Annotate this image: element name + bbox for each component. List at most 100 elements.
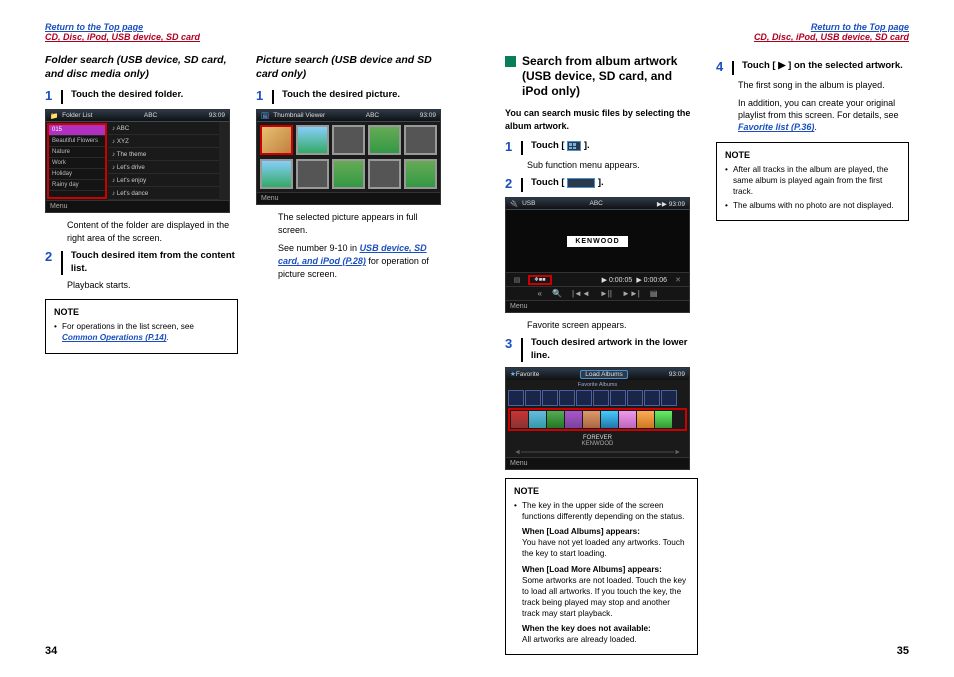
folder-left-pane: 015 Beautiful Flowers Nature Work Holida… xyxy=(47,123,107,199)
shot-title: Favorite xyxy=(516,371,539,378)
favorite-key-icon xyxy=(567,178,595,188)
common-operations-link[interactable]: Common Operations (P.14) xyxy=(62,333,167,342)
folder-search-title: Folder search (USB device, SD card, and … xyxy=(45,54,238,81)
note-title: NOTE xyxy=(54,306,229,318)
breadcrumb-right[interactable]: CD, Disc, iPod, USB device, SD card xyxy=(754,32,909,42)
step-text: Touch desired artwork in the lower line. xyxy=(531,337,698,363)
shot-mid: ABC xyxy=(144,112,157,119)
step-bar xyxy=(521,338,523,362)
note-subhead: When [Load Albums] appears: xyxy=(514,526,689,537)
shot-header: 🖼Thumbnail Viewer ABC 93:09 xyxy=(257,110,440,122)
page-right: Return to the Top page CD, Disc, iPod, U… xyxy=(477,0,954,677)
menu-bar: Menu xyxy=(506,300,689,312)
picture-search-column: Picture search (USB device and SD card o… xyxy=(256,54,449,362)
text: . xyxy=(814,122,817,132)
progress-bar xyxy=(521,451,674,453)
player-screenshot: 🔌USB ABC ▶▶ 93:09 KENWOOD ▤ ❖■■ ▶ 0:00:0… xyxy=(505,197,690,313)
artwork-intro: You can search music files by selecting … xyxy=(505,107,698,132)
list-item: ♪ Let's drive xyxy=(108,161,219,174)
text: Touch [ xyxy=(531,140,567,151)
after-player-text: Favorite screen appears. xyxy=(527,319,698,331)
step-bar xyxy=(61,90,63,104)
favorite-screenshot: ★Favorite Load Albums 93:09 Favorite Alb… xyxy=(505,367,690,470)
favorite-list-link[interactable]: Favorite list (P.36) xyxy=(738,122,814,132)
back-icon: « xyxy=(538,289,542,298)
list-item: ♪ XYZ xyxy=(108,135,219,148)
step-1-folder: 1 Touch the desired folder. xyxy=(45,89,238,105)
picture-body-1: The selected picture appears in full scr… xyxy=(278,211,449,236)
list-item: ♪ ABC xyxy=(108,122,219,135)
manual-spread: Return to the Top page CD, Disc, iPod, U… xyxy=(0,0,954,677)
picture-search-title: Picture search (USB device and SD card o… xyxy=(256,54,449,81)
step-text: Touch [ ]. xyxy=(531,140,590,153)
step-num: 2 xyxy=(505,177,515,190)
picture-body-2: See number 9-10 in USB device, SD card, … xyxy=(278,242,449,280)
step-num: 1 xyxy=(256,89,266,102)
time-b: ▶ 0:00:06 xyxy=(636,276,667,284)
shot-header: 🔌USB ABC ▶▶ 93:09 xyxy=(506,198,689,210)
step-text: Touch [ ]. xyxy=(531,177,604,190)
list-item: Beautiful Flowers xyxy=(49,136,105,147)
top-links-right: Return to the Top page CD, Disc, iPod, U… xyxy=(505,22,909,42)
step-4-artwork: 4 Touch [ ▶ ] on the selected artwork. xyxy=(716,60,909,76)
step-bar xyxy=(272,90,274,104)
sub-icon: ▤ xyxy=(510,276,524,284)
list-item: Work xyxy=(49,158,105,169)
scrollbar xyxy=(219,122,229,200)
note-title: NOTE xyxy=(514,485,689,497)
now-playing: FOREVER KENWOOD xyxy=(508,433,687,449)
prev-icon: ◄ xyxy=(514,449,521,456)
note-subhead: When [Load More Albums] appears: xyxy=(514,564,689,575)
album-slot xyxy=(559,390,575,406)
album-art xyxy=(619,411,636,428)
album-slot xyxy=(593,390,609,406)
return-top-link[interactable]: Return to the Top page xyxy=(811,22,909,32)
note-item: After all tracks in the album are played… xyxy=(725,164,900,197)
strip-label: Favorite Albums xyxy=(508,382,687,388)
list-item: ♪ Let's enjoy xyxy=(108,174,219,187)
text: Touch [ xyxy=(531,177,567,188)
play-icon: ▶ xyxy=(778,60,785,71)
list-icon: ▤ xyxy=(650,289,658,298)
shot-mid: ABC xyxy=(590,200,603,207)
breadcrumb-left[interactable]: CD, Disc, iPod, USB device, SD card xyxy=(45,32,200,42)
album-slot xyxy=(576,390,592,406)
step-text: Touch desired item from the content list… xyxy=(71,250,238,276)
shot-header: ★Favorite Load Albums 93:09 xyxy=(506,368,689,380)
thumbnail xyxy=(296,159,329,189)
note-item: The albums with no photo are not display… xyxy=(725,200,900,211)
thumbnail xyxy=(332,159,365,189)
step4-column: 4 Touch [ ▶ ] on the selected artwork. T… xyxy=(716,54,909,663)
return-top-link[interactable]: Return to the Top page xyxy=(45,22,143,32)
album-slot xyxy=(610,390,626,406)
usb-icon: 🔌 xyxy=(510,200,518,208)
text: Touch [ xyxy=(742,60,778,71)
album-art xyxy=(511,411,528,428)
thumbnail xyxy=(332,125,365,155)
step-1-picture: 1 Touch the desired picture. xyxy=(256,89,449,105)
note-subdesc: You have not yet loaded any artworks. To… xyxy=(514,537,689,559)
note-subhead: When the key does not available: xyxy=(514,623,689,634)
note-box-step4: NOTE After all tracks in the album are p… xyxy=(716,142,909,221)
step-bar xyxy=(521,141,523,155)
menu-bar: Menu xyxy=(506,457,689,469)
shot-mid: ABC xyxy=(366,112,379,119)
artwork-search-title: Search from album artwork (USB device, S… xyxy=(505,54,698,99)
shot-time: 93:09 xyxy=(420,112,436,119)
favorite-strip-top xyxy=(508,390,687,406)
step-num: 1 xyxy=(505,140,515,153)
thumbnail xyxy=(260,125,293,155)
album-slot xyxy=(525,390,541,406)
album-art xyxy=(547,411,564,428)
favorite-strip-lower xyxy=(508,408,687,431)
right-columns: Search from album artwork (USB device, S… xyxy=(505,54,909,663)
text: In addition, you can create your origina… xyxy=(738,98,899,120)
album-art xyxy=(601,411,618,428)
step-bar xyxy=(521,178,523,192)
album-art xyxy=(529,411,546,428)
player-body: KENWOOD ▤ ❖■■ ▶ 0:00:05 ▶ 0:00:06 ✕ « xyxy=(506,210,689,300)
close-icon: ✕ xyxy=(671,276,685,284)
shot-time: 93:09 xyxy=(209,112,225,119)
step4-sub2: In addition, you can create your origina… xyxy=(738,97,909,133)
step-sub: Sub function menu appears. xyxy=(527,159,698,171)
